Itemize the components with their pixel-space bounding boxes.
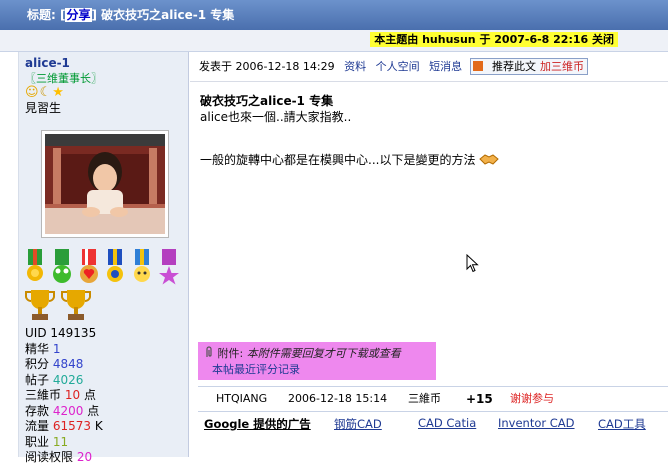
- topic-closed-note: 本主题由 huhusun 于 2007-6-8 22:16 关闭: [370, 32, 618, 47]
- mouse-cursor-icon: [466, 254, 479, 273]
- star-medal-icon: [159, 249, 180, 285]
- stat-coins: 三維币 10 点: [25, 388, 96, 402]
- medal-icon: [27, 249, 43, 281]
- thread-title: 破衣技巧之alice-1 专集: [101, 8, 235, 22]
- user-level: 見習生: [25, 101, 62, 115]
- rating-record-line: 本帖最近评分记录: [204, 361, 430, 377]
- stat-points: 积分 4848: [25, 357, 84, 371]
- message-link[interactable]: 短消息: [429, 60, 462, 73]
- avatar[interactable]: [41, 130, 169, 238]
- ribbon-medal-icon: [107, 249, 124, 282]
- paperclip-icon: [206, 346, 212, 357]
- stat-uid: UID 149135: [25, 326, 97, 340]
- rating-row: HTQIANG 2006-12-18 15:14 三維币 +15 谢谢参与: [198, 386, 668, 412]
- attachment-label: 附件:: [217, 347, 244, 360]
- stat-read-permission: 阅读权限 20: [25, 450, 93, 464]
- user-sidebar: alice-1 〖三维董事长〗 ☺☾★ 見習生 UID 149135 精华 1 …: [18, 52, 189, 464]
- title-prefix: 标题:: [27, 8, 56, 22]
- tag-link[interactable]: 分享: [65, 8, 92, 22]
- post-title: 破衣技巧之alice-1 专集: [200, 94, 334, 108]
- add-coin-link[interactable]: 加三维币: [540, 60, 584, 73]
- post-text-line-1: alice也來一個..請大家指教..: [200, 110, 352, 124]
- recommend-link[interactable]: 推荐此文: [492, 60, 536, 73]
- rating-reason: 谢谢参与: [510, 392, 554, 405]
- rating-record-link[interactable]: 本帖最近评分记录: [212, 363, 300, 376]
- ad-link-cad-tools[interactable]: CAD工具: [598, 416, 646, 432]
- face-medal-icon: [134, 249, 151, 282]
- rating-user: HTQIANG: [216, 392, 268, 405]
- user-stats: UID 149135 精华 1 积分 4848 帖子 4026 三維币 10 点…: [25, 326, 103, 466]
- topic-status-strip: 本主题由 huhusun 于 2007-6-8 22:16 关闭: [0, 30, 668, 52]
- posted-time: 2006-12-18 14:29: [235, 60, 335, 73]
- stat-traffic: 流量 61573 K: [25, 419, 103, 433]
- ad-link-rebar-cad[interactable]: 钢筋CAD: [334, 416, 382, 432]
- stat-posts: 帖子 4026: [25, 372, 84, 387]
- trophy-row: [25, 288, 93, 325]
- ad-link-inventor-cad[interactable]: Inventor CAD: [498, 416, 575, 430]
- post-text: 一般的旋轉中心都是在模興中心...以下是變更的方法: [200, 153, 476, 167]
- handshake-icon: [479, 154, 500, 165]
- star-icon: ★: [52, 85, 65, 100]
- google-ads-bar: Google 提供的广告 钢筋CAD CAD Catia Inventor CA…: [198, 416, 668, 434]
- medal-row: [25, 249, 185, 285]
- attachment-line: 附件: 本附件需要回复才可下载或查看: [204, 345, 430, 361]
- ad-link-cad-catia[interactable]: CAD Catia: [418, 416, 476, 430]
- post-body: 发表于 2006-12-18 14:29 资料 个人空间 短消息 推荐此文 加三维…: [190, 52, 668, 457]
- sun-icon: ☺: [25, 85, 40, 100]
- ads-heading-link[interactable]: Google 提供的广告: [204, 416, 311, 432]
- trophy-icon: [60, 290, 91, 320]
- thread-title-bar: 标题: [分享] 破衣技巧之alice-1 专集: [0, 0, 668, 30]
- post-text-line-2: 一般的旋轉中心都是在模興中心...以下是變更的方法: [200, 151, 500, 168]
- heart-medal-icon: [79, 249, 98, 283]
- stat-job: 职业 11: [25, 434, 69, 449]
- recommend-box: 推荐此文 加三维币: [470, 58, 588, 75]
- recommend-icon: [473, 61, 483, 71]
- moon-icon: ☾: [39, 85, 53, 100]
- rating-time: 2006-12-18 15:14: [288, 392, 388, 405]
- attachment-box: 附件: 本附件需要回复才可下载或查看 本帖最近评分记录: [198, 342, 436, 380]
- rating-score: +15: [466, 392, 493, 406]
- attachment-note: 本附件需要回复才可下载或查看: [246, 347, 401, 360]
- stat-deposit: 存款 4200 点: [25, 403, 100, 418]
- user-rank-icons: ☺☾★: [25, 85, 65, 100]
- post-meta-bar: 发表于 2006-12-18 14:29 资料 个人空间 短消息 推荐此文 加三维…: [190, 52, 668, 82]
- rating-type: 三維币: [408, 392, 441, 405]
- profile-link[interactable]: 资料: [344, 60, 366, 73]
- user-rank: 〖三维董事长〗: [25, 72, 102, 85]
- stat-digest: 精华 1: [25, 341, 61, 356]
- posted-label: 发表于: [199, 60, 232, 73]
- avatar-photo: [45, 134, 165, 234]
- trophy-icon: [25, 290, 55, 320]
- frog-medal-icon: [52, 249, 71, 283]
- username-link[interactable]: alice-1: [25, 56, 70, 70]
- title-tag: [分享]: [60, 8, 97, 22]
- space-link[interactable]: 个人空间: [376, 60, 420, 73]
